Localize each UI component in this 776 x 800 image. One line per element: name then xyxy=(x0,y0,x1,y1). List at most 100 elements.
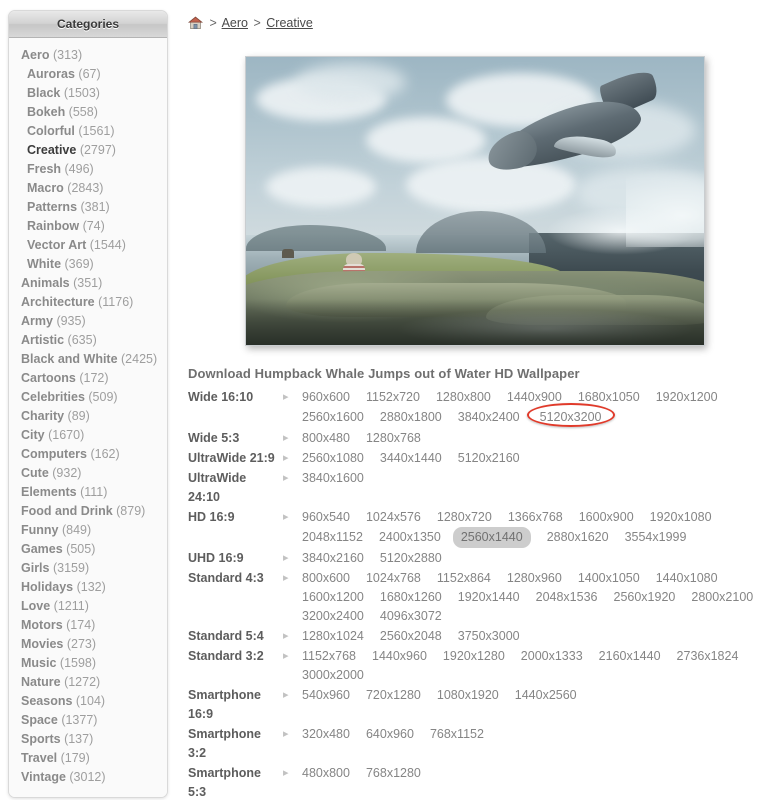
sidebar-item-nature[interactable]: Nature (1272) xyxy=(9,673,167,692)
resolution-link[interactable]: 960x600 xyxy=(302,388,350,407)
resolution-link[interactable]: 800x480 xyxy=(302,429,350,448)
sidebar-item-computers[interactable]: Computers (162) xyxy=(9,445,167,464)
sidebar-item-travel[interactable]: Travel (179) xyxy=(9,749,167,768)
resolution-link[interactable]: 1920x1200 xyxy=(656,388,718,407)
sidebar-item-black[interactable]: Black (1503) xyxy=(9,84,167,103)
resolution-link[interactable]: 2400x1350 xyxy=(379,528,441,547)
resolution-link[interactable]: 1920x1440 xyxy=(458,588,520,607)
resolution-link[interactable]: 1680x1260 xyxy=(380,588,442,607)
sidebar-item-charity[interactable]: Charity (89) xyxy=(9,407,167,426)
resolution-link[interactable]: 1920x1280 xyxy=(443,647,505,666)
sidebar-item-celebrities[interactable]: Celebrities (509) xyxy=(9,388,167,407)
sidebar-item-creative[interactable]: Creative (2797) xyxy=(9,141,167,160)
resolution-link[interactable]: 1440x960 xyxy=(372,647,427,666)
resolution-link[interactable]: 960x540 xyxy=(302,508,350,527)
resolution-link[interactable]: 1366x768 xyxy=(508,508,563,527)
resolution-link[interactable]: 1600x1200 xyxy=(302,588,364,607)
sidebar-item-funny[interactable]: Funny (849) xyxy=(9,521,167,540)
sidebar-item-auroras[interactable]: Auroras (67) xyxy=(9,65,167,84)
resolution-link[interactable]: 2736x1824 xyxy=(677,647,739,666)
resolution-link[interactable]: 720x1280 xyxy=(366,686,421,705)
wallpaper-preview-image[interactable] xyxy=(245,56,705,346)
resolution-link[interactable]: 1600x900 xyxy=(579,508,634,527)
resolution-link[interactable]: 540x960 xyxy=(302,686,350,705)
resolution-link[interactable]: 5120x2880 xyxy=(380,549,442,568)
resolution-link[interactable]: 3200x2400 xyxy=(302,607,364,626)
resolution-link[interactable]: 768x1280 xyxy=(366,764,421,783)
resolution-link[interactable]: 2560x1920 xyxy=(614,588,676,607)
sidebar-item-vector-art[interactable]: Vector Art (1544) xyxy=(9,236,167,255)
resolution-link[interactable]: 1024x768 xyxy=(366,569,421,588)
resolution-link[interactable]: 4096x3072 xyxy=(380,607,442,626)
sidebar-item-sports[interactable]: Sports (137) xyxy=(9,730,167,749)
resolution-link[interactable]: 1920x1080 xyxy=(650,508,712,527)
sidebar-item-food-and-drink[interactable]: Food and Drink (879) xyxy=(9,502,167,521)
resolution-link[interactable]: 3554x1999 xyxy=(625,528,687,547)
resolution-link[interactable]: 3000x2000 xyxy=(302,666,364,685)
resolution-link[interactable]: 1024x576 xyxy=(366,508,421,527)
sidebar-item-elements[interactable]: Elements (111) xyxy=(9,483,167,502)
sidebar-item-space[interactable]: Space (1377) xyxy=(9,711,167,730)
breadcrumb-item-aero[interactable]: Aero xyxy=(222,16,248,30)
resolution-link[interactable]: 5120x3200 xyxy=(526,403,615,428)
sidebar-item-rainbow[interactable]: Rainbow (74) xyxy=(9,217,167,236)
sidebar-item-games[interactable]: Games (505) xyxy=(9,540,167,559)
resolution-link[interactable]: 1280x768 xyxy=(366,429,421,448)
resolution-link[interactable]: 2560x2048 xyxy=(380,627,442,646)
resolution-link[interactable]: 320x480 xyxy=(302,725,350,744)
sidebar-item-bokeh[interactable]: Bokeh (558) xyxy=(9,103,167,122)
breadcrumb-item-creative[interactable]: Creative xyxy=(266,16,313,30)
resolution-link[interactable]: 3840x2160 xyxy=(302,549,364,568)
resolution-link[interactable]: 1680x1050 xyxy=(578,388,640,407)
sidebar-item-artistic[interactable]: Artistic (635) xyxy=(9,331,167,350)
resolution-link[interactable]: 2048x1536 xyxy=(536,588,598,607)
resolution-link[interactable]: 1440x1080 xyxy=(656,569,718,588)
resolution-link[interactable]: 1280x960 xyxy=(507,569,562,588)
sidebar-item-animals[interactable]: Animals (351) xyxy=(9,274,167,293)
resolution-link[interactable]: 768x1152 xyxy=(430,725,484,744)
resolution-link[interactable]: 3840x2400 xyxy=(458,408,520,427)
sidebar-item-love[interactable]: Love (1211) xyxy=(9,597,167,616)
sidebar-item-army[interactable]: Army (935) xyxy=(9,312,167,331)
resolution-link[interactable]: 2880x1800 xyxy=(380,408,442,427)
resolution-link[interactable]: 1152x720 xyxy=(366,388,420,407)
sidebar-item-city[interactable]: City (1670) xyxy=(9,426,167,445)
sidebar-item-fresh[interactable]: Fresh (496) xyxy=(9,160,167,179)
sidebar-item-seasons[interactable]: Seasons (104) xyxy=(9,692,167,711)
resolution-link[interactable]: 640x960 xyxy=(366,725,414,744)
resolution-link[interactable]: 1280x800 xyxy=(436,388,491,407)
resolution-link[interactable]: 480x800 xyxy=(302,764,350,783)
sidebar-item-black-and-white[interactable]: Black and White (2425) xyxy=(9,350,167,369)
resolution-link[interactable]: 5120x2160 xyxy=(458,449,520,468)
sidebar-item-aero[interactable]: Aero (313) xyxy=(9,46,167,65)
resolution-link[interactable]: 1280x720 xyxy=(437,508,492,527)
resolution-link[interactable]: 1400x1050 xyxy=(578,569,640,588)
resolution-link[interactable]: 1152x768 xyxy=(302,647,356,666)
sidebar-item-vintage[interactable]: Vintage (3012) xyxy=(9,768,167,787)
sidebar-item-architecture[interactable]: Architecture (1176) xyxy=(9,293,167,312)
resolution-link[interactable]: 800x600 xyxy=(302,569,350,588)
sidebar-item-holidays[interactable]: Holidays (132) xyxy=(9,578,167,597)
resolution-link[interactable]: 2000x1333 xyxy=(521,647,583,666)
resolution-link[interactable]: 3440x1440 xyxy=(380,449,442,468)
sidebar-item-cute[interactable]: Cute (932) xyxy=(9,464,167,483)
resolution-link[interactable]: 2800x2100 xyxy=(691,588,753,607)
sidebar-item-motors[interactable]: Motors (174) xyxy=(9,616,167,635)
resolution-link[interactable]: 1440x900 xyxy=(507,388,562,407)
resolution-link[interactable]: 1440x2560 xyxy=(515,686,577,705)
sidebar-item-girls[interactable]: Girls (3159) xyxy=(9,559,167,578)
home-icon[interactable] xyxy=(188,16,203,30)
resolution-link[interactable]: 2048x1152 xyxy=(302,528,363,547)
sidebar-item-music[interactable]: Music (1598) xyxy=(9,654,167,673)
resolution-link-selected[interactable]: 2560x1440 xyxy=(452,527,531,548)
sidebar-item-movies[interactable]: Movies (273) xyxy=(9,635,167,654)
resolution-link[interactable]: 1080x1920 xyxy=(437,686,499,705)
resolution-link[interactable]: 2880x1620 xyxy=(547,528,609,547)
resolution-link[interactable]: 2560x1600 xyxy=(302,408,364,427)
resolution-link[interactable]: 3750x3000 xyxy=(458,627,520,646)
resolution-link[interactable]: 3840x1600 xyxy=(302,469,364,488)
sidebar-item-white[interactable]: White (369) xyxy=(9,255,167,274)
sidebar-item-colorful[interactable]: Colorful (1561) xyxy=(9,122,167,141)
sidebar-item-macro[interactable]: Macro (2843) xyxy=(9,179,167,198)
resolution-link[interactable]: 2160x1440 xyxy=(599,647,661,666)
